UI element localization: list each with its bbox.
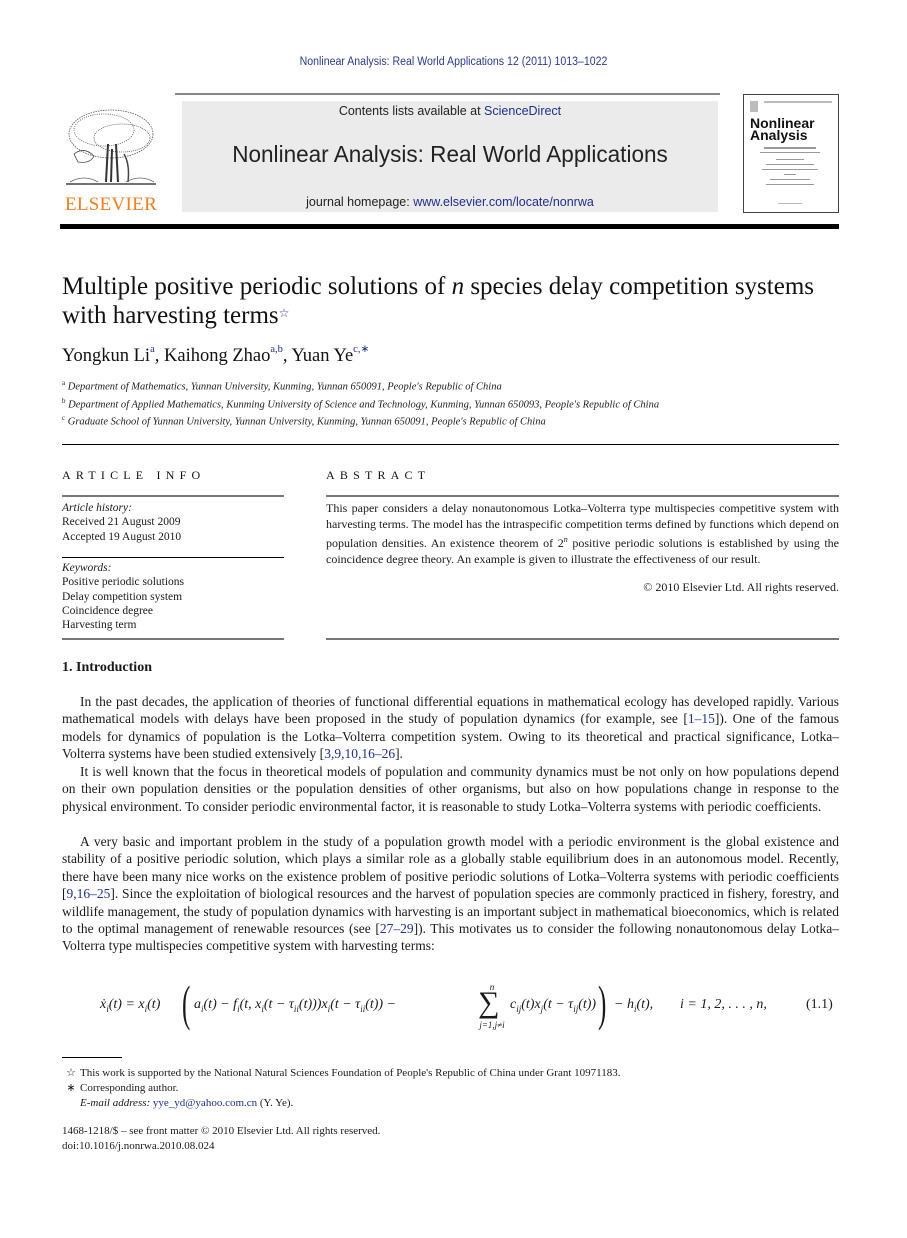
journal-banner: Contents lists available at ScienceDirec…	[182, 101, 718, 212]
section-heading-introduction: 1. Introduction	[62, 660, 152, 675]
received-date: Received 21 August 2009	[62, 516, 181, 529]
cover-text-line	[766, 164, 814, 165]
author-name: Kaihong Zhao	[164, 346, 271, 367]
equation-number: (1.1)	[806, 997, 833, 1012]
equation-body-left: ai(t) − fi(t, xi(t − τii(t)))xi(t − τii(…	[194, 997, 397, 1014]
equation-index-range: i = 1, 2, . . . , n,	[680, 997, 767, 1012]
footnote-corresponding: ∗ Corresponding author.	[62, 1081, 178, 1094]
sum-lower-limit: j=1,j≠i	[479, 1020, 505, 1030]
equation-1-1: ẋi(t) = xi(t) ( ai(t) − fi(t, xi(t − τii…	[100, 975, 840, 1035]
affiliation: c Graduate School of Yunnan University, …	[62, 414, 546, 428]
elsevier-wordmark: ELSEVIER	[64, 194, 158, 215]
elsevier-tree-icon	[66, 109, 156, 185]
intro-paragraph-3: A very basic and important problem in th…	[62, 834, 840, 954]
footnote-funding: ☆ This work is supported by the National …	[62, 1066, 620, 1079]
issn-line: 1468-1218/$ – see front matter © 2010 El…	[62, 1125, 381, 1137]
contents-line: Contents lists available at ScienceDirec…	[338, 104, 562, 118]
running-head[interactable]: Nonlinear Analysis: Real World Applicati…	[36, 56, 870, 68]
cover-text-line	[764, 147, 816, 149]
cover-logo-icon	[750, 101, 758, 112]
author-affiliation-mark[interactable]: c,∗	[353, 344, 369, 355]
citation-link[interactable]: 27–29	[380, 921, 414, 936]
author-affiliation-mark[interactable]: a,b	[270, 344, 283, 355]
journal-title: Nonlinear Analysis: Real World Applicati…	[232, 141, 668, 167]
article-info-heading: ARTICLE INFO	[62, 468, 206, 482]
citation-link[interactable]: 3,9,10,16–26	[324, 746, 395, 761]
cover-text-line	[776, 159, 804, 160]
abstract-text: This paper considers a delay nonautonomo…	[326, 501, 840, 566]
footnote-email: E-mail address: yye_yd@yahoo.com.cn (Y. …	[80, 1097, 294, 1109]
citation-link[interactable]: 1–15	[688, 711, 715, 726]
cover-text-line	[778, 203, 802, 204]
left-paren: (	[182, 975, 191, 1031]
top-rule	[175, 93, 720, 95]
cover-text-line	[762, 169, 818, 170]
cover-title: Nonlinear Analysis	[750, 115, 815, 143]
cover-text-line	[770, 179, 810, 180]
sciencedirect-link[interactable]: ScienceDirect	[484, 104, 561, 118]
keyword: Positive periodic solutions	[62, 576, 185, 589]
email-link[interactable]: yye_yd@yahoo.com.cn	[153, 1097, 257, 1109]
affiliation: b Department of Applied Mathematics, Kun…	[62, 397, 660, 411]
asterisk-icon: ∗	[66, 1082, 76, 1094]
cover-header-strip	[764, 101, 832, 103]
summation-icon: ∑	[478, 986, 500, 1019]
right-paren: )	[598, 975, 607, 1031]
article-history: Article history: Received 21 August 2009…	[62, 502, 182, 543]
author-name: Yuan Ye	[291, 346, 354, 367]
author-list: Yongkun Lia, Kaihong Zhaoa,b, Yuan Yec,∗	[62, 344, 370, 367]
author-affiliation-mark[interactable]: a	[150, 344, 155, 355]
author-name: Yongkun Li	[62, 346, 151, 367]
article-info-rule	[62, 557, 284, 558]
footnote-rule	[62, 1057, 122, 1058]
keyword: Harvesting term	[62, 619, 137, 632]
intro-paragraph-2: It is well known that the focus in theor…	[62, 764, 839, 814]
cover-text-line	[784, 174, 796, 175]
abstract-copyright: © 2010 Elsevier Ltd. All rights reserved…	[643, 580, 839, 594]
accepted-date: Accepted 19 August 2010	[62, 530, 182, 543]
article-title: Multiple positive periodic solutions of …	[62, 273, 814, 329]
intro-paragraph-1: In the past decades, the application of …	[62, 694, 839, 762]
masthead-rule	[60, 224, 839, 229]
abstract-heading: ABSTRACT	[326, 468, 431, 482]
equation-body-right: cij(t)xj(t − τij(t))	[510, 997, 597, 1014]
doi-link[interactable]: doi:10.1016/j.nonrwa.2010.08.024	[62, 1140, 214, 1152]
equation-lhs: ẋi(t) = xi(t)	[100, 997, 161, 1014]
header-divider	[62, 444, 839, 445]
homepage-line: journal homepage: www.elsevier.com/locat…	[306, 195, 594, 209]
abstract-rule	[326, 638, 839, 640]
article-info-rule	[62, 638, 284, 640]
equation-harvest-term: − hi(t),	[614, 997, 654, 1014]
article-info-rule	[62, 495, 284, 497]
abstract-rule	[326, 495, 839, 497]
journal-homepage-link[interactable]: www.elsevier.com/locate/nonrwa	[413, 195, 594, 209]
keyword: Delay competition system	[62, 590, 183, 603]
cover-text-line	[760, 152, 820, 153]
affiliation: a Department of Mathematics, Yunnan Univ…	[62, 379, 502, 393]
title-footnote-mark[interactable]: ☆	[279, 306, 290, 320]
elsevier-logo: ELSEVIER	[60, 100, 162, 215]
star-icon: ☆	[66, 1067, 76, 1079]
keywords: Keywords: Positive periodic solutions De…	[62, 562, 185, 632]
keyword: Coincidence degree	[62, 604, 153, 617]
cover-text-line	[766, 184, 814, 185]
journal-cover-thumbnail: Nonlinear Analysis	[743, 94, 839, 213]
citation-link[interactable]: 9,16–25	[67, 886, 111, 901]
